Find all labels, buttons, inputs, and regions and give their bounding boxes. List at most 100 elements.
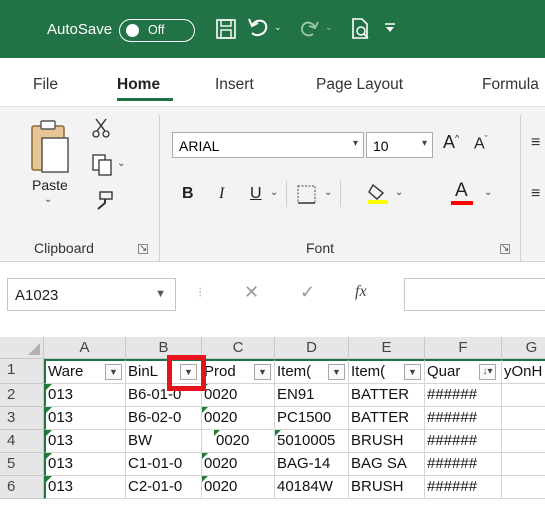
resize-handle-icon[interactable]: ⁝ [198, 284, 202, 301]
table-cell[interactable] [502, 430, 545, 453]
font-color-button[interactable]: A [451, 180, 475, 206]
table-cell[interactable]: C1-01-0 [126, 453, 202, 476]
increase-font-size-icon[interactable]: A^ [443, 132, 459, 153]
table-cell[interactable]: 013 [44, 430, 126, 453]
table-cell[interactable]: ###### [425, 453, 502, 476]
decrease-font-size-icon[interactable]: Aˇ [474, 134, 488, 153]
enter-icon[interactable]: ✓ [300, 282, 315, 303]
print-preview-icon[interactable] [350, 18, 370, 40]
insert-function-button[interactable]: fx [355, 283, 367, 301]
clipboard-dialog-launcher-icon[interactable]: ↘ [138, 244, 148, 254]
font-name-select[interactable]: ARIAL ▾ [172, 132, 364, 158]
italic-button[interactable]: I [219, 185, 224, 203]
table-cell[interactable]: BAG SA [349, 453, 425, 476]
font-dialog-launcher-icon[interactable]: ↘ [500, 244, 510, 254]
table-cell[interactable]: BRUSH [349, 476, 425, 499]
table-cell[interactable]: 013 [44, 407, 126, 430]
table-cell[interactable]: PC1500 [275, 407, 349, 430]
table-cell[interactable] [502, 384, 545, 407]
align-left-icon[interactable]: ≡ [531, 185, 540, 203]
table-cell[interactable]: 0020 [202, 476, 275, 499]
table-cell[interactable]: ###### [425, 407, 502, 430]
row-header-4[interactable]: 4 [0, 430, 44, 453]
borders-icon[interactable] [297, 185, 317, 205]
table-cell[interactable]: 40184W [275, 476, 349, 499]
save-icon[interactable] [216, 19, 236, 39]
tab-insert[interactable]: Insert [215, 76, 254, 94]
font-color-dropdown-icon[interactable]: ⌄ [484, 187, 492, 198]
customize-qat-icon[interactable] [384, 22, 396, 34]
table-cell[interactable]: BAG-14 [275, 453, 349, 476]
row-header-3[interactable]: 3 [0, 407, 44, 430]
copy-dropdown-icon[interactable]: ⌄ [117, 158, 125, 169]
sort-filter-dropdown-icon[interactable]: ↓▾ [479, 364, 496, 380]
font-size-select[interactable]: 10 ▾ [366, 132, 433, 158]
bold-button[interactable]: B [182, 185, 194, 203]
cut-icon[interactable] [92, 118, 110, 138]
table-cell[interactable] [502, 476, 545, 499]
underline-dropdown-icon[interactable]: ⌄ [270, 187, 278, 198]
row-header-1[interactable]: 1 [0, 359, 44, 384]
row-header-6[interactable]: 6 [0, 476, 44, 499]
fill-color-dropdown-icon[interactable]: ⌄ [395, 187, 403, 198]
table-row[interactable]: yOnH [502, 359, 545, 384]
format-painter-icon[interactable] [92, 190, 114, 212]
table-cell[interactable]: EN91 [275, 384, 349, 407]
table-cell[interactable]: C2-01-0 [126, 476, 202, 499]
table-row[interactable]: Ware ▼ [44, 359, 126, 384]
autosave-toggle[interactable]: Off [119, 19, 195, 42]
table-cell[interactable]: ###### [425, 384, 502, 407]
underline-button[interactable]: U [250, 185, 262, 203]
copy-icon[interactable] [92, 154, 114, 176]
column-header-f[interactable]: F [425, 337, 502, 359]
filter-dropdown-icon[interactable]: ▼ [254, 364, 271, 380]
column-header-a[interactable]: A [44, 337, 126, 359]
fill-color-icon[interactable] [367, 181, 391, 205]
table-cell[interactable] [502, 453, 545, 476]
table-cell[interactable]: BW [126, 430, 202, 453]
select-all-corner[interactable] [0, 337, 44, 359]
paste-button[interactable]: Paste ⌄ [24, 118, 76, 205]
error-indicator-icon [46, 476, 52, 482]
row-header-2[interactable]: 2 [0, 384, 44, 407]
formula-input[interactable] [404, 278, 545, 311]
table-cell[interactable]: 0020 [202, 407, 275, 430]
undo-dropdown-icon[interactable]: ⌄ [274, 22, 282, 33]
table-cell[interactable]: BATTER [349, 407, 425, 430]
tab-home[interactable]: Home [117, 76, 160, 94]
table-cell[interactable]: BRUSH [349, 430, 425, 453]
table-row[interactable]: Item( ▼ [275, 359, 349, 384]
table-cell[interactable]: 0020 [202, 430, 275, 453]
table-cell[interactable]: B6-02-0 [126, 407, 202, 430]
column-header-d[interactable]: D [275, 337, 349, 359]
filter-dropdown-icon[interactable]: ▼ [328, 364, 345, 380]
align-top-icon[interactable]: ≡ [531, 134, 540, 152]
tab-page-layout[interactable]: Page Layout [316, 76, 403, 94]
table-cell[interactable]: 0020 [202, 384, 275, 407]
table-row[interactable]: Quar ↓▾ [425, 359, 502, 384]
column-header-g[interactable]: G [502, 337, 545, 359]
undo-icon[interactable] [246, 15, 270, 41]
table-row[interactable]: Prod ▼ [202, 359, 275, 384]
table-cell[interactable]: 013 [44, 384, 126, 407]
column-header-e[interactable]: E [349, 337, 425, 359]
borders-dropdown-icon[interactable]: ⌄ [324, 187, 332, 198]
table-cell[interactable]: BATTER [349, 384, 425, 407]
tab-formulas[interactable]: Formula [482, 76, 539, 94]
table-cell[interactable]: 0020 [202, 453, 275, 476]
cancel-icon[interactable]: ✕ [244, 282, 259, 303]
table-cell[interactable]: 013 [44, 453, 126, 476]
table-cell[interactable] [502, 407, 545, 430]
column-header-c[interactable]: C [202, 337, 275, 359]
row-header-5[interactable]: 5 [0, 453, 44, 476]
name-box[interactable]: A1023 ▼ [7, 278, 176, 311]
table-cell[interactable]: 5010005 [275, 430, 349, 453]
table-cell[interactable]: 013 [44, 476, 126, 499]
table-cell[interactable]: ###### [425, 430, 502, 453]
filter-dropdown-icon[interactable]: ▼ [105, 364, 122, 380]
tab-file[interactable]: File [33, 76, 58, 94]
filter-dropdown-icon[interactable]: ▼ [404, 364, 421, 380]
table-cell[interactable]: ###### [425, 476, 502, 499]
table-row[interactable]: Item( ▼ [349, 359, 425, 384]
paste-dropdown-icon[interactable]: ⌄ [44, 194, 52, 205]
